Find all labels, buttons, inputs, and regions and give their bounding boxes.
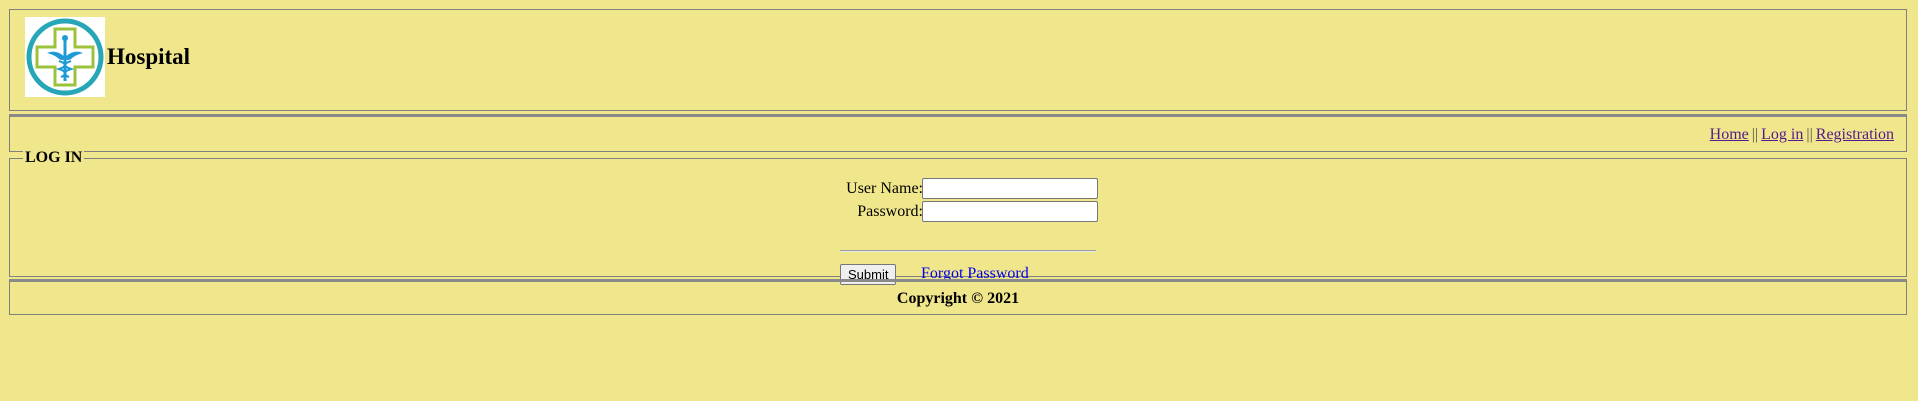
- site-title: Hospital: [107, 44, 191, 69]
- copyright-text: Copyright © 2021: [896, 290, 1020, 307]
- page: Hospital Home || Log in || Registration LOG …: [0, 0, 1918, 401]
- nav-home-link[interactable]: Home: [1710, 126, 1749, 143]
- nav-links: Home || Log in || Registration: [1710, 125, 1894, 145]
- hospital-logo-icon: [25, 17, 105, 97]
- password-input[interactable]: [922, 201, 1098, 222]
- username-label: User Name:: [846, 180, 923, 197]
- password-label: Password:: [857, 203, 923, 220]
- login-legend: LOG IN: [23, 149, 85, 167]
- password-row: Password:: [830, 201, 1100, 224]
- login-form: User Name: Password: Submit Forgot Passw…: [830, 178, 1100, 285]
- header-panel: Hospital: [9, 9, 1907, 111]
- nav-panel: Home || Log in || Registration: [9, 114, 1907, 152]
- nav-separator: ||: [1806, 126, 1813, 143]
- username-input[interactable]: [922, 178, 1098, 199]
- login-fieldset: LOG IN User Name: Password: Submit Forgo…: [9, 149, 1907, 285]
- username-row: User Name:: [830, 178, 1100, 201]
- nav-login-link[interactable]: Log in: [1761, 126, 1803, 143]
- footer-panel: Copyright © 2021: [9, 279, 1907, 315]
- nav-registration-link[interactable]: Registration: [1816, 126, 1894, 143]
- nav-separator: ||: [1751, 126, 1759, 143]
- form-divider: [840, 250, 1096, 252]
